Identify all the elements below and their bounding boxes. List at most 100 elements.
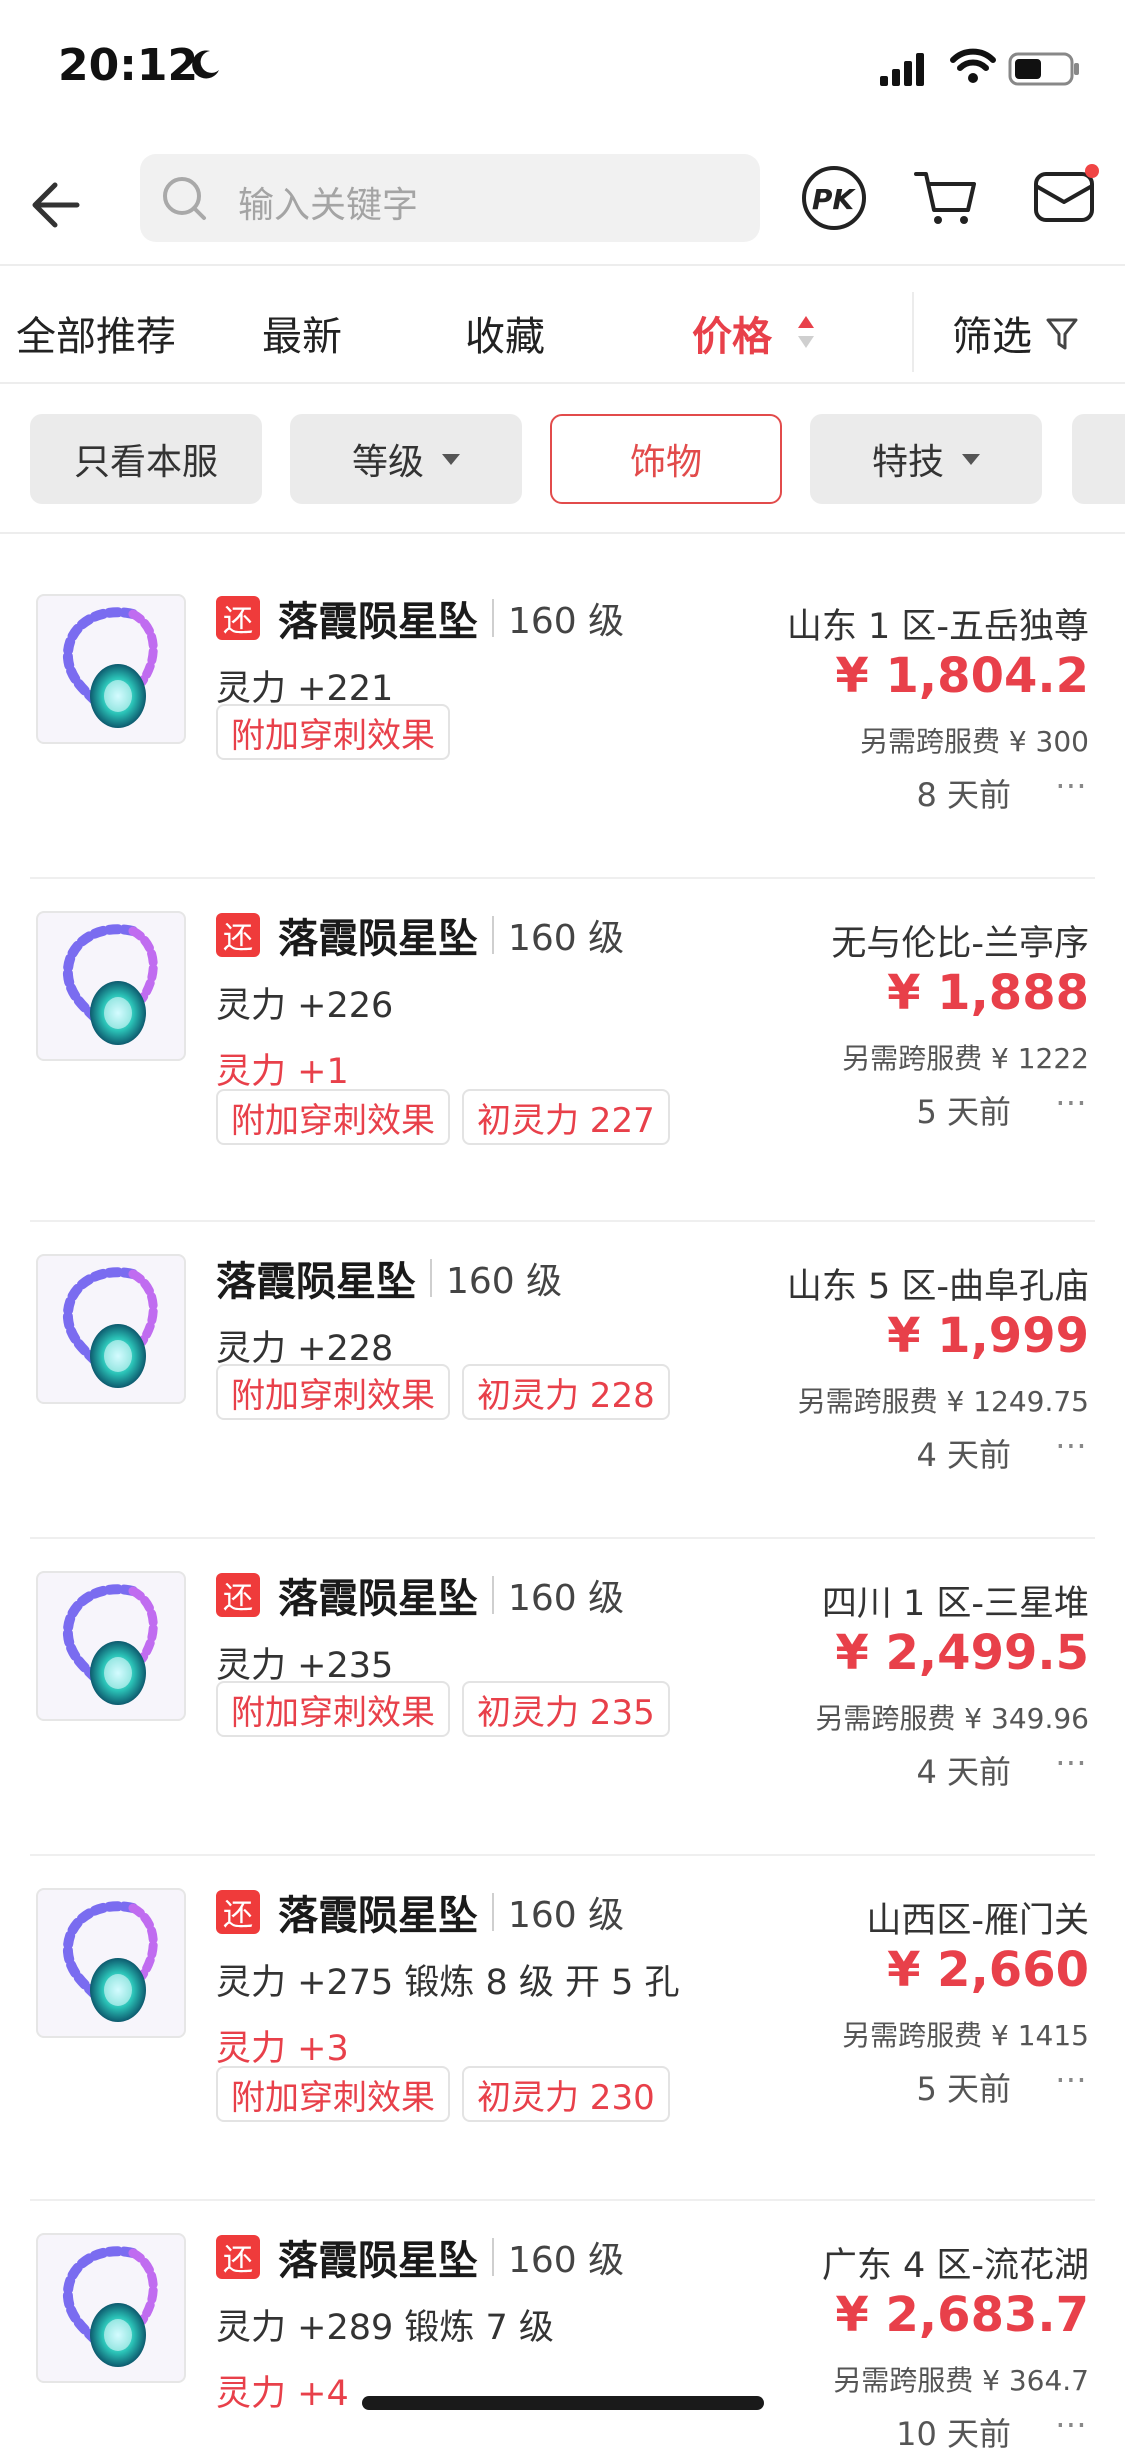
item-divider (30, 1537, 1095, 1539)
pk-compare-icon[interactable]: PK (800, 164, 868, 232)
item-divider (30, 2199, 1095, 2201)
cart-icon[interactable] (912, 164, 980, 232)
item-thumbnail (36, 594, 186, 744)
item-price: ¥ 1,888 (887, 965, 1089, 1021)
more-options-icon[interactable]: ⋯ (1055, 2405, 1089, 2443)
item-level: 160 级 (508, 918, 625, 959)
tab-all-recommend[interactable]: 全部推荐 (16, 304, 176, 362)
chip-accessory[interactable]: 饰物 (550, 414, 782, 504)
item-tag: 附加穿刺效果 (216, 1681, 450, 1737)
item-thumbnail (36, 911, 186, 1061)
item-bonus: 灵力 +3 (216, 2029, 349, 2069)
item-age: 4 天前 (916, 1436, 1011, 1474)
more-options-icon[interactable]: ⋯ (1055, 1083, 1089, 1121)
item-title-row: 落霞陨星坠 160 级 (216, 1252, 562, 1305)
item-cross-server-fee: 另需跨服费 ¥ 364.7 (833, 2364, 1089, 2397)
search-icon (163, 177, 206, 220)
back-button[interactable] (18, 170, 88, 240)
item-thumbnail (36, 2233, 186, 2383)
item-tag: 初灵力 230 (462, 2066, 670, 2122)
more-options-icon[interactable]: ⋯ (1055, 1426, 1089, 1464)
item-stat: 灵力 +289 锻炼 7 级 (216, 2308, 554, 2348)
item-name: 落霞陨星坠 (216, 1259, 416, 1305)
item-title-row: 还落霞陨星坠 160 级 (216, 2231, 625, 2284)
chip-label: 只看本服 (73, 442, 218, 483)
item-bonus: 灵力 +4 (216, 2374, 349, 2414)
item-price: ¥ 2,660 (887, 1942, 1089, 1998)
search-input[interactable]: 输入关键字 (140, 154, 760, 242)
item-server: 广东 4 区-流花湖 (821, 2246, 1089, 2286)
item-price: ¥ 1,999 (887, 1308, 1089, 1364)
item-stat: 灵力 +226 (216, 986, 394, 1026)
item-title-row: 还落霞陨星坠 160 级 (216, 909, 625, 962)
moon-icon (192, 50, 219, 79)
item-price: ¥ 2,683.7 (835, 2287, 1089, 2343)
item-tags: 附加穿刺效果 (216, 704, 462, 760)
item-tags: 附加穿刺效果 初灵力 230 (216, 2066, 682, 2122)
chip-level[interactable]: 等级 (290, 414, 522, 504)
header-divider (0, 264, 1125, 266)
item-tag: 初灵力 235 (462, 1681, 670, 1737)
item-level: 160 级 (508, 2240, 625, 2281)
more-options-icon[interactable]: ⋯ (1055, 1743, 1089, 1781)
item-price: ¥ 1,804.2 (835, 648, 1089, 704)
item-thumbnail (36, 1254, 186, 1404)
more-options-icon[interactable]: ⋯ (1055, 2060, 1089, 2098)
item-cross-server-fee: 另需跨服费 ¥ 1222 (842, 1042, 1089, 1075)
caret-down-icon (962, 453, 980, 465)
item-server: 山东 5 区-曲阜孔庙 (786, 1267, 1089, 1307)
home-indicator (362, 2396, 764, 2410)
item-bonus: 灵力 +1 (216, 1052, 349, 1092)
wifi-icon (950, 48, 996, 83)
chip-more[interactable] (1072, 414, 1125, 504)
item-cross-server-fee: 另需跨服费 ¥ 349.96 (815, 1702, 1089, 1735)
chip-label: 饰物 (629, 442, 702, 483)
item-name: 落霞陨星坠 (278, 1576, 478, 1622)
item-server: 四川 1 区-三星堆 (821, 1584, 1089, 1624)
caret-down-icon (442, 453, 460, 465)
status-time: 20:12 (58, 40, 199, 91)
item-title-row: 还落霞陨星坠 160 级 (216, 1886, 625, 1939)
search-header: 输入关键字 PK (0, 150, 1125, 262)
item-age: 8 天前 (916, 776, 1011, 814)
item-name: 落霞陨星坠 (278, 1893, 478, 1939)
tab-favorites[interactable]: 收藏 (465, 304, 545, 362)
chip-this-server[interactable]: 只看本服 (30, 414, 262, 504)
chip-label: 特技 (871, 442, 944, 483)
item-age: 5 天前 (916, 1093, 1011, 1131)
return-badge: 还 (216, 596, 260, 640)
return-badge: 还 (216, 1573, 260, 1617)
item-tags: 附加穿刺效果 初灵力 227 (216, 1089, 682, 1145)
sort-divider (0, 382, 1125, 384)
title-separator (492, 599, 494, 637)
item-tag: 附加穿刺效果 (216, 704, 450, 760)
item-level: 160 级 (508, 1578, 625, 1619)
title-separator (430, 1259, 432, 1297)
chips-divider (0, 532, 1125, 534)
item-name: 落霞陨星坠 (278, 2238, 478, 2284)
item-title-row: 还落霞陨星坠 160 级 (216, 1569, 625, 1622)
status-bar: 20:12 (0, 0, 1125, 140)
search-placeholder: 输入关键字 (238, 185, 419, 226)
title-separator (492, 1576, 494, 1614)
item-server: 无与伦比-兰亭序 (831, 924, 1089, 964)
item-cross-server-fee: 另需跨服费 ¥ 1249.75 (797, 1385, 1089, 1418)
item-tags: 附加穿刺效果 初灵力 228 (216, 1364, 682, 1420)
item-tag: 附加穿刺效果 (216, 1089, 450, 1145)
item-tag: 初灵力 228 (462, 1364, 670, 1420)
item-cross-server-fee: 另需跨服费 ¥ 1415 (842, 2019, 1089, 2052)
item-level: 160 级 (508, 1895, 625, 1936)
tab-price[interactable]: 价格 (692, 304, 772, 362)
item-age: 5 天前 (916, 2070, 1011, 2108)
chip-skill[interactable]: 特技 (810, 414, 1042, 504)
title-separator (492, 916, 494, 954)
tab-filter[interactable]: 筛选 (952, 304, 1032, 362)
tab-newest[interactable]: 最新 (262, 304, 342, 362)
item-name: 落霞陨星坠 (278, 916, 478, 962)
chip-label: 等级 (351, 442, 424, 483)
item-price: ¥ 2,499.5 (835, 1625, 1089, 1681)
item-divider (30, 1854, 1095, 1856)
more-options-icon[interactable]: ⋯ (1055, 766, 1089, 804)
filter-chips: 只看本服 等级 饰物 特技 (0, 414, 1125, 506)
filter-icon[interactable] (1045, 316, 1079, 352)
